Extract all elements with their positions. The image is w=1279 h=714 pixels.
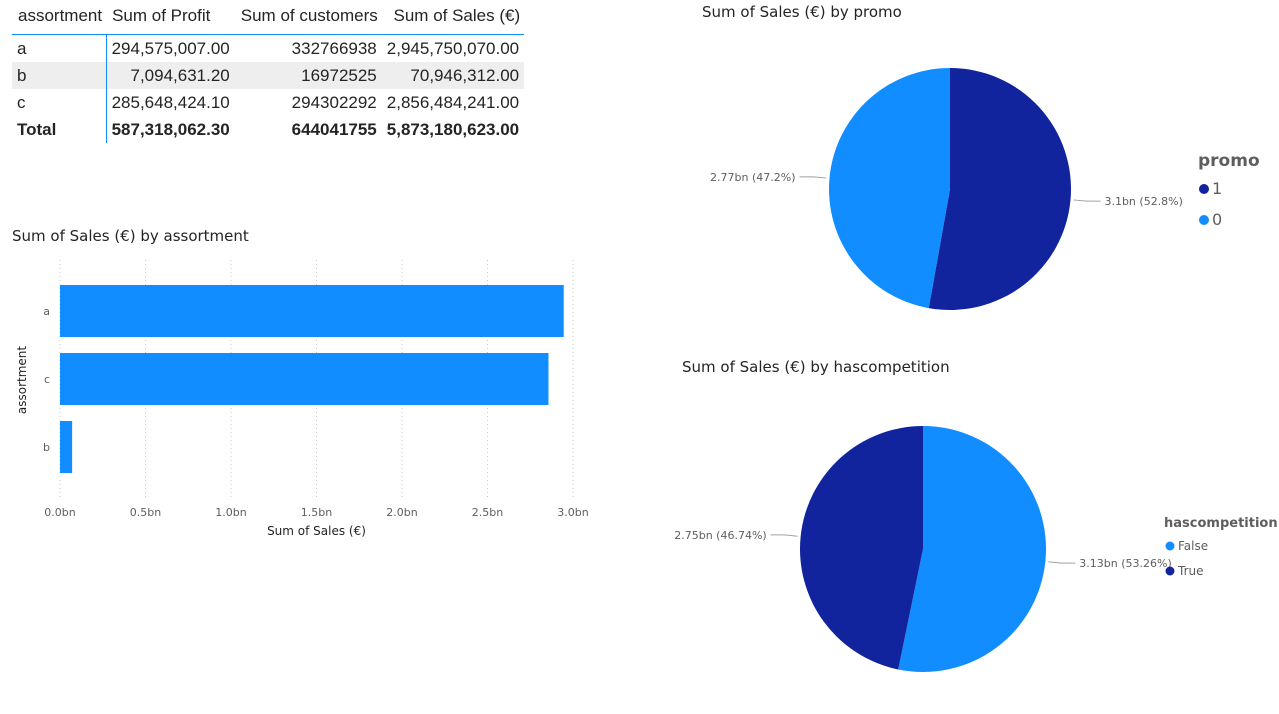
- bar-chart: 0.0bn 0.5bn 1.0bn 1.5bn 2.0bn 2.5bn 3.0bn a c b Su…: [15, 260, 589, 538]
- sales-cell: 2,945,750,070.00: [386, 38, 520, 58]
- leader-line: [1073, 199, 1101, 202]
- legend-item: True: [1177, 564, 1204, 578]
- profit-cell: 7,094,631.20: [106, 62, 235, 89]
- y-tick-label: a: [43, 305, 50, 318]
- pie-slice: [928, 68, 1072, 310]
- bar: [60, 285, 564, 337]
- y-tick-label: b: [43, 441, 50, 454]
- pie-slice: [800, 425, 923, 670]
- sales-table: assortment Sum of Profit Sum of customer…: [12, 0, 582, 160]
- row-label: b: [12, 62, 107, 89]
- row-label: c: [12, 89, 107, 116]
- bar: [60, 421, 73, 473]
- y-tick-label: c: [44, 373, 50, 386]
- customers-cell: 16972525: [234, 62, 382, 89]
- sales-cell: 70,946,312.00: [381, 62, 525, 89]
- bar-chart-title: Sum of Sales (€) by assortment: [12, 227, 249, 245]
- hascompetition-pie-title: Sum of Sales (€) by hascompetition: [682, 358, 950, 376]
- legend-marker: [1165, 541, 1175, 551]
- promo-pie-title: Sum of Sales (€) by promo: [702, 3, 902, 21]
- x-tick-label: 3.0bn: [557, 506, 588, 519]
- data-label: 3.13bn (53.26%): [1079, 557, 1171, 570]
- customers-cell: 294302292: [291, 92, 377, 112]
- legend-item: 1: [1212, 179, 1222, 198]
- sales-cell: 2,856,484,241.00: [386, 92, 520, 112]
- x-tick-label: 2.0bn: [386, 506, 417, 519]
- data-label: 3.1bn (52.8%): [1104, 195, 1182, 208]
- legend-title: hascompetition: [1164, 516, 1278, 531]
- column-header-sales[interactable]: Sum of Sales (€): [381, 0, 525, 35]
- x-tick-label: 0.5bn: [130, 506, 161, 519]
- promo-pie-chart: 3.1bn (52.8%) 2.77bn (47.2%) promo 1 0: [710, 68, 1260, 310]
- leader-line: [770, 534, 798, 537]
- leader-line: [799, 176, 827, 179]
- customers-cell: 332766938: [291, 38, 377, 58]
- x-tick-label: 2.5bn: [472, 506, 503, 519]
- column-header-customers[interactable]: Sum of customers: [234, 0, 382, 35]
- x-tick-label: 1.0bn: [215, 506, 246, 519]
- total-row: Total 587,318,062.30 644041755 5,873,180…: [12, 116, 524, 143]
- x-tick-label: 0.0bn: [44, 506, 75, 519]
- hascompetition-pie-chart: 3.13bn (53.26%) 2.75bn (46.74%) hascompeti…: [674, 425, 1278, 672]
- legend-item: False: [1178, 539, 1208, 553]
- legend-item: 0: [1212, 210, 1222, 229]
- pie-slice: [829, 68, 950, 309]
- x-axis-label: Sum of Sales (€): [267, 524, 366, 538]
- legend-marker: [1199, 184, 1209, 194]
- matrix-table: assortment Sum of Profit Sum of customer…: [12, 0, 525, 143]
- bar: [60, 353, 549, 405]
- profit-cell: 294,575,007.00: [111, 38, 230, 58]
- table-row[interactable]: c 285,648,424.10 294302292 2,856,484,241…: [12, 89, 524, 116]
- data-label: 2.77bn (47.2%): [710, 171, 795, 184]
- total-customers: 644041755: [291, 119, 377, 139]
- x-tick-label: 1.5bn: [301, 506, 332, 519]
- row-label: a: [12, 34, 107, 62]
- legend-marker: [1199, 215, 1209, 225]
- y-axis-label: assortment: [15, 346, 29, 415]
- data-label: 2.75bn (46.74%): [674, 529, 766, 542]
- leader-line: [1048, 561, 1076, 564]
- legend-marker: [1165, 566, 1175, 576]
- column-header-assortment[interactable]: assortment: [12, 0, 107, 35]
- legend-title: promo: [1198, 151, 1260, 171]
- total-label: Total: [12, 116, 107, 143]
- total-profit: 587,318,062.30: [111, 119, 230, 139]
- table-row[interactable]: a 294,575,007.00 332766938 2,945,750,070…: [12, 34, 524, 62]
- profit-cell: 285,648,424.10: [111, 92, 230, 112]
- total-sales: 5,873,180,623.00: [386, 119, 520, 139]
- column-header-profit[interactable]: Sum of Profit: [106, 0, 235, 35]
- table-row[interactable]: b 7,094,631.20 16972525 70,946,312.00: [12, 62, 525, 89]
